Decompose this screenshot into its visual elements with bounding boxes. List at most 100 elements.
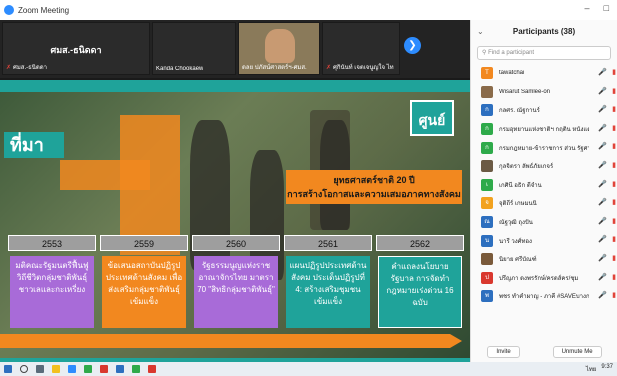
- participant-row[interactable]: ก กรมอุทยานแห่งชาติฯ กฤติน หนังแดง... 🎤 ▮: [471, 120, 617, 139]
- participant-name: tawatchai: [499, 70, 525, 77]
- participants-header: ⌄ Participants (38): [471, 20, 617, 44]
- participant-name: นิยาย ศรีบัณฑ์: [499, 257, 537, 264]
- muted-mic-icon: 🎤: [598, 199, 607, 207]
- minimize-button[interactable]: –: [585, 3, 590, 13]
- timeline-card: มติคณะรัฐมนตรีฟื้นฟูวิถีชีวิตกลุ่มชาติพั…: [10, 256, 94, 328]
- chrome-icon[interactable]: [84, 365, 92, 373]
- participant-name: พชร ทำคำผาญ - ภาคี #SAVEบางกลอย...: [499, 294, 589, 301]
- strategy-callout: ยุทธศาสตร์ชาติ 20 ปี การสร้างโอกาสและควา…: [286, 170, 462, 204]
- muted-mic-icon: ✗: [6, 65, 12, 71]
- participant-row[interactable]: Ttawatchai 🎤 ▮: [471, 64, 617, 83]
- participant-video-thumbnail: [265, 29, 295, 63]
- task-view-icon[interactable]: [36, 365, 44, 373]
- start-icon[interactable]: [4, 365, 12, 373]
- participant-name: กรมกฎหมาย-ข้าราชการ ส่วน รัฐศาสตร์...: [499, 145, 589, 152]
- search-placeholder: Find a participant: [488, 50, 535, 56]
- participant-row[interactable]: ณ ณัฐวุฒิ ถุงปัน 🎤 ▮: [471, 213, 617, 232]
- participant-avatar: จ: [481, 197, 493, 210]
- participant-avatar: น: [481, 234, 493, 247]
- participant-name: จุติถีร์ เกษมนนิ: [499, 201, 537, 208]
- participant-name: เกศินี อธิก ดีจำน: [499, 182, 542, 189]
- video-tile[interactable]: Kanda Chookaew: [152, 22, 236, 75]
- video-tile[interactable]: ดลย ปภัสน์ศาสตร์ฯ-ศมส.: [238, 22, 320, 75]
- participant-search-input[interactable]: ⚲ Find a participant: [477, 46, 611, 60]
- video-off-icon: ▮: [612, 87, 616, 95]
- video-off-icon: ▮: [612, 292, 616, 300]
- search-icon[interactable]: [20, 365, 28, 373]
- powerpoint-icon[interactable]: [148, 365, 156, 373]
- video-strip: ศมส.-ธนิดดา ✗ ศมส.-ธนิดดา Kanda Chookaew …: [0, 20, 470, 78]
- system-tray: ไทย 9:37: [586, 364, 613, 374]
- video-off-icon: ▮: [612, 217, 616, 225]
- file-explorer-icon[interactable]: [52, 365, 60, 373]
- collapse-chevron-icon[interactable]: ⌄: [477, 20, 484, 44]
- search-icon: ⚲: [482, 50, 487, 56]
- video-off-icon: ▮: [612, 69, 616, 76]
- participant-row[interactable]: นิยาย ศรีบัณฑ์ 🎤 ▮: [471, 250, 617, 269]
- participant-avatar: ก: [481, 104, 493, 117]
- timeline-card: รัฐธรรมนูญแห่งราชอาณาจักรไทย มาตรา 70 "ส…: [194, 256, 278, 328]
- window-titlebar: Zoom Meeting – □: [0, 0, 617, 20]
- participant-list: Ttawatchai 🎤 ▮ Wisarut Samlee-on 🎤 ▮ ก กลศร. ณั…: [471, 64, 617, 306]
- participant-row[interactable]: ก กรมกฎหมาย-ข้าราชการ ส่วน รัฐศาสตร์... 🎤 ▮: [471, 138, 617, 157]
- participant-avatar: T: [481, 67, 493, 80]
- participant-avatar: ณ: [481, 216, 493, 229]
- word-icon[interactable]: [116, 365, 124, 373]
- shared-screen-slide: ที่มา ศูนย์ ยุทธศาสตร์ชาติ 20 ปี การสร้า…: [0, 80, 470, 362]
- participant-name: Wisarut Samlee-on: [499, 88, 551, 95]
- muted-mic-icon: 🎤: [598, 180, 607, 188]
- participant-row[interactable]: กุลจิตรา ลัพธ์ภัยเกจร์ 🎤 ▮: [471, 157, 617, 176]
- decorative-orange-block: [60, 160, 150, 190]
- app-icon[interactable]: [100, 365, 108, 373]
- slide-heading: ที่มา: [4, 132, 64, 158]
- invite-button[interactable]: Invite: [487, 346, 520, 358]
- muted-mic-icon: 🎤: [598, 106, 607, 114]
- participant-row[interactable]: น นารี วงศ์ทอง 🎤 ▮: [471, 231, 617, 250]
- participants-panel: ⌄ Participants (38) ⚲ Find a participant…: [470, 20, 617, 362]
- participant-row[interactable]: ป ปรีญภา ดงพรรักษ์/ครดส์คร/ชุม 🎤 ▮: [471, 269, 617, 288]
- timeline-card: แผนปฏิรูปประเทศด้านสังคม ประเด็นปฏิรูปที…: [286, 256, 370, 328]
- language-indicator[interactable]: ไทย: [586, 364, 597, 374]
- video-tile-active[interactable]: ศมส.-ธนิดดา ✗ ศมส.-ธนิดดา: [2, 22, 150, 75]
- excel-icon[interactable]: [132, 365, 140, 373]
- participant-row[interactable]: พ พชร ทำคำผาญ - ภาคี #SAVEบางกลอย... 🎤 ▮: [471, 287, 617, 306]
- maximize-button[interactable]: □: [604, 3, 609, 13]
- participant-row[interactable]: จ จุติถีร์ เกษมนนิ 🎤 ▮: [471, 194, 617, 213]
- muted-mic-icon: 🎤: [598, 143, 607, 151]
- zoom-app-icon[interactable]: [68, 365, 76, 373]
- muted-mic-icon: 🎤: [598, 161, 607, 169]
- participant-row[interactable]: ก กลศร. ณัฐกานร์ 🎤 ▮: [471, 101, 617, 120]
- muted-mic-icon: 🎤: [598, 124, 607, 132]
- participant-avatar: [481, 85, 493, 98]
- timeline-card: ข้อเสนอสถาบันปฏิรูปประเทศด้านสังคม เพื่อ…: [102, 256, 186, 328]
- window-title: Zoom Meeting: [18, 5, 70, 15]
- tile-label: ศุกินันท์ เจตเจนูญใจ ไท: [333, 65, 394, 71]
- next-page-button[interactable]: ❯: [404, 37, 421, 54]
- unmute-me-button[interactable]: Unmute Me: [552, 346, 602, 358]
- video-off-icon: ▮: [612, 254, 616, 262]
- participant-row[interactable]: Wisarut Samlee-on 🎤 ▮: [471, 83, 617, 102]
- participants-title: Participants (38): [512, 27, 576, 36]
- zoom-logo-icon: [4, 5, 14, 15]
- clock[interactable]: 9:37: [601, 364, 613, 374]
- participant-name: นารี วงศ์ทอง: [499, 238, 532, 245]
- video-tile[interactable]: ✗ ศุกินันท์ เจตเจนูญใจ ไท: [322, 22, 400, 75]
- participant-row[interactable]: เ เกศินี อธิก ดีจำน 🎤 ▮: [471, 176, 617, 195]
- meeting-main-area: ศมส.-ธนิดดา ✗ ศมส.-ธนิดดา Kanda Chookaew …: [0, 20, 470, 362]
- slide-top-band: [0, 80, 470, 92]
- muted-mic-icon: 🎤: [598, 273, 607, 281]
- video-off-icon: ▮: [612, 199, 616, 207]
- video-off-icon: ▮: [612, 273, 616, 281]
- year-label: 2560: [192, 235, 280, 251]
- year-label: 2553: [8, 235, 96, 251]
- video-off-icon: ▮: [612, 161, 616, 169]
- windows-taskbar: ไทย 9:37: [0, 362, 617, 376]
- tile-label: ดลย ปภัสน์ศาสตร์ฯ-ศมส.: [242, 65, 307, 71]
- tile-label: ศมส.-ธนิดดา: [13, 65, 48, 71]
- participant-avatar: [481, 253, 493, 266]
- participant-name: กรมอุทยานแห่งชาติฯ กฤติน หนังแดง...: [499, 127, 589, 134]
- participant-avatar: พ: [481, 290, 493, 303]
- year-label: 2559: [100, 235, 188, 251]
- muted-mic-icon: 🎤: [598, 236, 607, 244]
- muted-mic-icon: 🎤: [598, 87, 607, 95]
